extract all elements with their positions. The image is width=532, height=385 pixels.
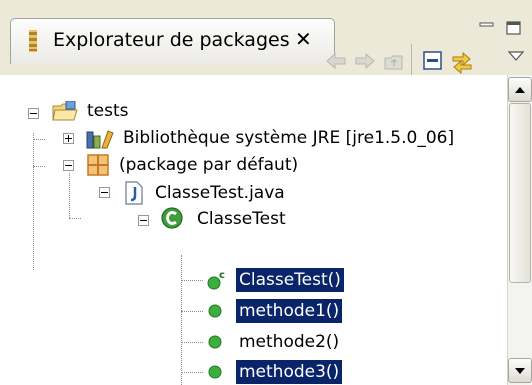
tests-expander[interactable] [28, 108, 39, 119]
public-method-icon [208, 365, 222, 379]
tree-connector [33, 139, 45, 141]
library-expander[interactable] [63, 133, 74, 144]
tree-connector [181, 372, 203, 374]
scroll-thumb[interactable] [509, 103, 531, 283]
back-arrow-icon[interactable] [323, 48, 349, 74]
library-icon [86, 130, 114, 149]
toolbar-separator [411, 44, 412, 76]
tree-node-library[interactable]: Bibliothèque système JRE [jre1.5.0_06] [120, 126, 457, 150]
arrow-up-icon [515, 87, 525, 93]
tree-node-class[interactable]: ClasseTest [194, 207, 289, 231]
tree-node-member-3[interactable]: methode3() [236, 360, 343, 384]
scroll-down-button[interactable] [508, 358, 532, 383]
svg-text:c: c [219, 270, 225, 281]
java-file-icon [125, 181, 143, 205]
public-method-icon [208, 335, 222, 349]
package-tree[interactable]: tests Bibliothèque système JRE [jre1.5.0… [0, 75, 507, 385]
minimize-icon[interactable] [478, 20, 496, 36]
tree-connector [33, 166, 45, 168]
tree-node-member-1[interactable]: methode1() [236, 299, 343, 323]
tree-node-tests[interactable]: tests [84, 99, 132, 123]
scroll-up-button[interactable] [508, 77, 532, 102]
close-tab-button[interactable]: ✕ [295, 27, 312, 51]
tree-connector [181, 255, 183, 385]
public-method-icon [208, 304, 222, 318]
class-icon [161, 207, 183, 229]
package-explorer-icon [29, 30, 37, 52]
tree-node-member-2[interactable]: methode2() [236, 330, 342, 354]
package-explorer-tab[interactable]: Explorateur de packages ✕ [10, 18, 335, 64]
tree-connector [181, 342, 203, 344]
tree-node-member-0[interactable]: ClasseTest() [236, 268, 344, 292]
package-icon [87, 154, 109, 176]
arrow-down-icon [515, 368, 525, 374]
link-with-editor-icon[interactable] [449, 48, 475, 74]
up-folder-icon[interactable] [381, 48, 407, 74]
tree-node-default-package[interactable]: (package par défaut) [116, 153, 301, 177]
collapse-all-icon[interactable] [420, 48, 446, 74]
tree-connector [69, 173, 71, 218]
tree-connector [33, 133, 35, 270]
view-title: Explorateur de packages [53, 29, 290, 51]
tree-node-java-file[interactable]: ClasseTest.java [152, 181, 288, 205]
class-expander[interactable] [138, 215, 149, 226]
package-expander[interactable] [63, 160, 74, 171]
vertical-scrollbar[interactable] [507, 75, 532, 385]
tree-connector [69, 218, 81, 220]
view-menu-icon[interactable] [503, 44, 529, 70]
maximize-icon[interactable] [505, 20, 523, 36]
view-header: Explorateur de packages ✕ [0, 0, 532, 76]
constructor-icon: c [207, 270, 225, 290]
project-folder-icon [52, 101, 78, 121]
tree-connector [181, 311, 203, 313]
forward-arrow-icon[interactable] [352, 48, 378, 74]
java-file-expander[interactable] [99, 187, 110, 198]
tree-connector [181, 280, 203, 282]
